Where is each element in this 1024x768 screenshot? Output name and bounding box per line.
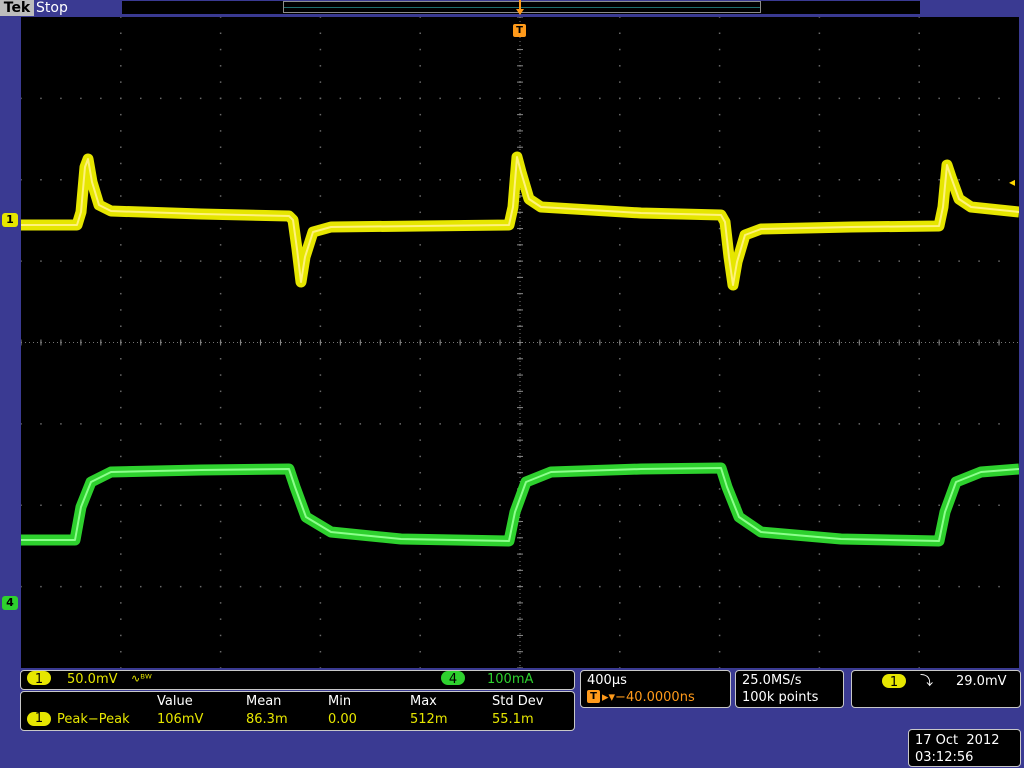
- delay-trigger-icon: T: [587, 690, 600, 703]
- sample-rate: 25.0MS/s: [742, 673, 802, 688]
- ch1-scale: 50.0mV: [67, 672, 118, 687]
- trigger-source-badge: 1: [882, 674, 906, 690]
- horizontal-delay: ▸▾−40.0000ns: [602, 690, 695, 705]
- trigger-position-marker: [516, 0, 524, 15]
- record-length: 100k points: [742, 690, 819, 705]
- status-bar: Tek Stop: [0, 0, 1024, 17]
- ch4-badge: 4: [441, 671, 465, 687]
- ch1-coupling-icon: ∿ᴮᵂ: [131, 672, 152, 685]
- time: 03:12:56: [915, 750, 974, 765]
- trigger-slope-icon: ⤵: [920, 674, 934, 689]
- waveforms: [21, 151, 1019, 547]
- ch1-trace-band: [21, 151, 1019, 291]
- meas-max: 512m: [410, 712, 448, 727]
- meas-header-value: Value: [157, 694, 193, 709]
- ch4-ground-marker[interactable]: 4: [2, 596, 18, 610]
- date-time-readout: 17 Oct 2012 03:12:56: [908, 729, 1021, 767]
- ch1-badge: 1: [27, 671, 51, 687]
- horizontal-scale: 400µs: [587, 673, 627, 688]
- meas-header-max: Max: [410, 694, 437, 709]
- timebase-readout[interactable]: 400µs T ▸▾−40.0000ns: [580, 670, 731, 708]
- brand-logo: Tek: [0, 0, 34, 16]
- ch1-ground-marker[interactable]: 1: [2, 213, 18, 227]
- meas-header-mean: Mean: [246, 694, 282, 709]
- trigger-level: 29.0mV: [956, 674, 1007, 689]
- measurement-readout[interactable]: Value Mean Min Max Std Dev 1 Peak−Peak 1…: [20, 691, 575, 731]
- meas-header-std-dev: Std Dev: [492, 694, 544, 709]
- meas-value: 106mV: [157, 712, 204, 727]
- meas-std-dev: 55.1m: [492, 712, 534, 727]
- trigger-level-marker[interactable]: ◂: [1009, 176, 1015, 188]
- trigger-point-marker[interactable]: T: [513, 24, 526, 37]
- ch4-scale: 100mA: [487, 672, 534, 687]
- trigger-readout[interactable]: 1 ⤵ 29.0mV: [851, 670, 1021, 708]
- channel-readout[interactable]: 1 50.0mV ∿ᴮᵂ 4 100mA: [20, 670, 575, 690]
- acquisition-readout[interactable]: 25.0MS/s 100k points: [735, 670, 844, 708]
- date: 17 Oct 2012: [915, 733, 1000, 748]
- meas-name: Peak−Peak: [57, 712, 130, 727]
- acquisition-status: Stop: [36, 0, 68, 16]
- meas-min: 0.00: [328, 712, 357, 727]
- meas-source-badge: 1: [27, 712, 51, 726]
- ch4-trace-band: [21, 462, 1019, 547]
- meas-header-min: Min: [328, 694, 352, 709]
- meas-mean: 86.3m: [246, 712, 288, 727]
- waveform-display[interactable]: [21, 17, 1019, 668]
